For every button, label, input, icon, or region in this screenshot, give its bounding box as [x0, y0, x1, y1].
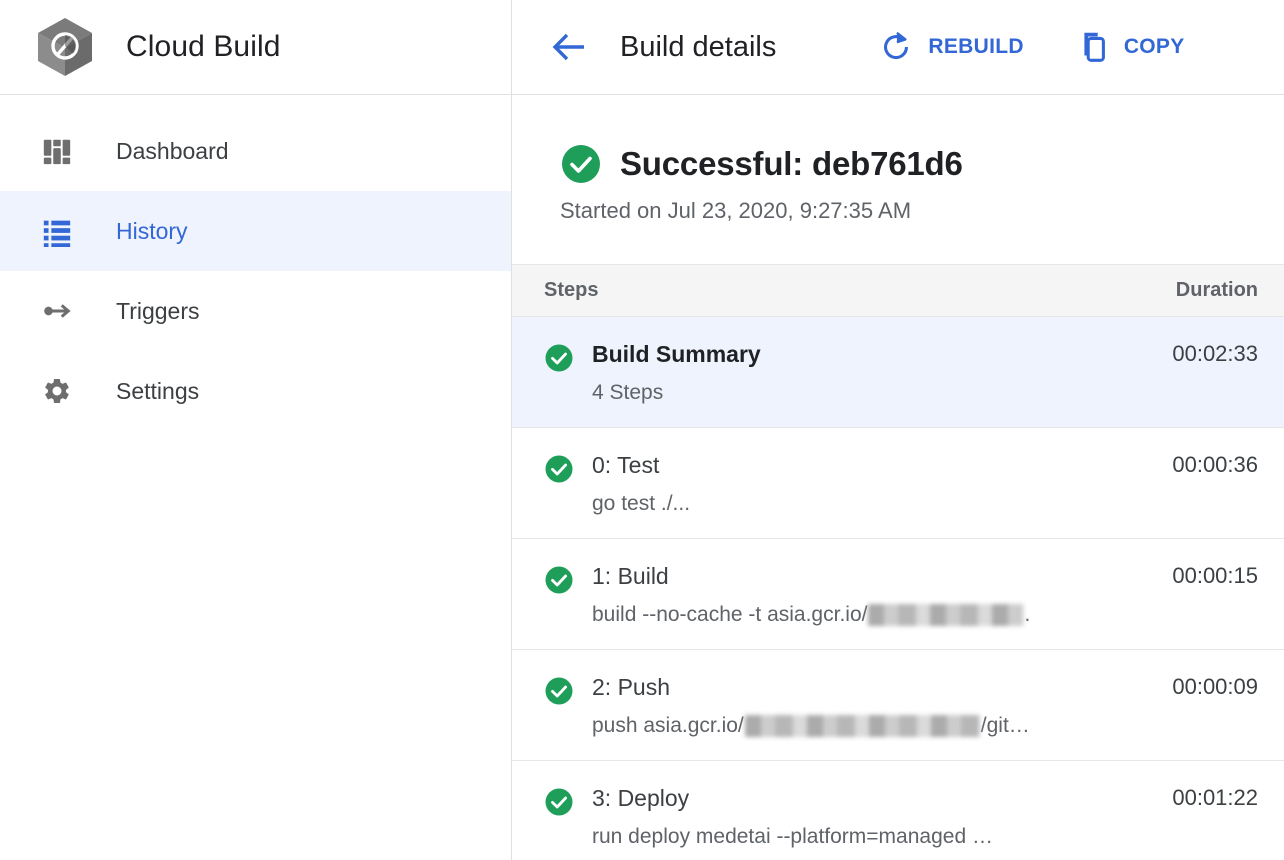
copy-label: COPY [1123, 35, 1185, 58]
step-command-text: build --no-cache -t asia.gcr.io/ [592, 603, 868, 626]
check-circle-icon [544, 343, 574, 373]
step-command: run deploy medetai --platform=managed … [592, 823, 1172, 851]
sidebar-item-label: Settings [116, 377, 200, 404]
page-title: Build details [620, 30, 777, 63]
list-icon [40, 214, 74, 248]
refresh-icon [876, 27, 916, 67]
sidebar-item-label: Triggers [116, 297, 200, 324]
table-row[interactable]: Build Summary 4 Steps 00:02:33 [512, 317, 1284, 428]
step-command-text: push asia.gcr.io/ [592, 714, 744, 737]
sidebar: Cloud Build Dashboard History Triggers S… [0, 0, 512, 860]
redacted-text-block [868, 604, 1024, 626]
cloud-build-cube-icon [32, 14, 98, 80]
column-header-duration: Duration [1175, 279, 1258, 301]
page-toolbar: Build details REBUILD COPY [512, 0, 1284, 95]
brand-header[interactable]: Cloud Build [0, 0, 511, 95]
steps-table-header: Steps Duration [512, 264, 1284, 317]
build-status-text: Successful: deb761d6 [620, 145, 963, 182]
sidebar-item-settings[interactable]: Settings [0, 351, 511, 431]
step-command-suffix: . [1024, 603, 1031, 626]
app-root: Cloud Build Dashboard History Triggers S… [0, 0, 1284, 860]
step-title: 0: Test [592, 452, 660, 478]
copy-icon [1072, 27, 1112, 67]
table-row-body: 1: Build build --no-cache -t asia.gcr.io/… [592, 561, 1172, 629]
main-content: Build details REBUILD COPY Successful: d… [512, 0, 1284, 860]
step-title: 1: Build [592, 563, 669, 589]
table-row-body: Build Summary 4 Steps [592, 339, 1172, 407]
table-row-body: 2: Push push asia.gcr.io/ /git… [592, 672, 1172, 740]
build-status-block: Successful: deb761d6 Started on Jul 23, … [512, 95, 1284, 224]
step-command-text: run deploy medetai --platform=managed … [592, 825, 993, 848]
step-command-suffix: /git… [980, 714, 1030, 737]
check-circle-icon [544, 565, 574, 595]
gear-icon [40, 374, 74, 408]
step-title: 3: Deploy [592, 785, 690, 811]
sidebar-item-label: History [116, 217, 188, 244]
step-command: push asia.gcr.io/ /git… [592, 712, 1172, 740]
step-duration: 00:00:09 [1172, 674, 1258, 699]
sidebar-nav: Dashboard History Triggers Settings [0, 95, 511, 431]
brand-title: Cloud Build [126, 30, 281, 63]
check-circle-icon [544, 454, 574, 484]
table-row[interactable]: 2: Push push asia.gcr.io/ /git… 00:00:09 [512, 650, 1284, 761]
step-duration: 00:00:36 [1172, 452, 1258, 477]
table-row[interactable]: 1: Build build --no-cache -t asia.gcr.io/… [512, 539, 1284, 650]
check-circle-icon [544, 787, 574, 817]
trigger-arrow-icon [40, 294, 74, 328]
step-command: go test ./... [592, 490, 1172, 518]
check-circle-icon [544, 676, 574, 706]
sidebar-item-history[interactable]: History [0, 191, 511, 271]
table-row-body: 3: Deploy run deploy medetai --platform=m… [592, 783, 1172, 851]
table-row-body: 0: Test go test ./... [592, 450, 1172, 518]
steps-table-body: Build Summary 4 Steps 00:02:33 0: Test go te… [512, 317, 1284, 860]
step-duration: 00:02:33 [1172, 341, 1258, 366]
arrow-left-icon[interactable] [548, 25, 592, 69]
step-command-text: 4 Steps [592, 381, 664, 404]
step-title: Build Summary [592, 341, 761, 367]
redacted-text-block [744, 715, 980, 737]
step-command-text: go test ./... [592, 492, 691, 515]
steps-table: Steps Duration Build Summary 4 Steps 00:02… [512, 264, 1284, 860]
dashboard-grid-icon [40, 134, 74, 168]
table-row[interactable]: 3: Deploy run deploy medetai --platform=m… [512, 761, 1284, 860]
step-title: 2: Push [592, 674, 670, 700]
step-duration: 00:00:15 [1172, 563, 1258, 588]
build-started-text: Started on Jul 23, 2020, 9:27:35 AM [560, 198, 912, 223]
column-header-steps: Steps [544, 279, 599, 301]
build-status-heading: Successful: deb761d6 [560, 143, 1284, 185]
copy-button[interactable]: COPY [1072, 27, 1185, 67]
check-circle-icon [560, 143, 602, 185]
sidebar-item-dashboard[interactable]: Dashboard [0, 111, 511, 191]
table-row[interactable]: 0: Test go test ./... 00:00:36 [512, 428, 1284, 539]
sidebar-item-triggers[interactable]: Triggers [0, 271, 511, 351]
rebuild-button[interactable]: REBUILD [876, 27, 1024, 67]
step-duration: 00:01:22 [1172, 785, 1258, 810]
rebuild-label: REBUILD [928, 35, 1024, 58]
step-command: build --no-cache -t asia.gcr.io/. [592, 601, 1172, 629]
sidebar-item-label: Dashboard [116, 137, 229, 164]
step-command: 4 Steps [592, 379, 1172, 407]
